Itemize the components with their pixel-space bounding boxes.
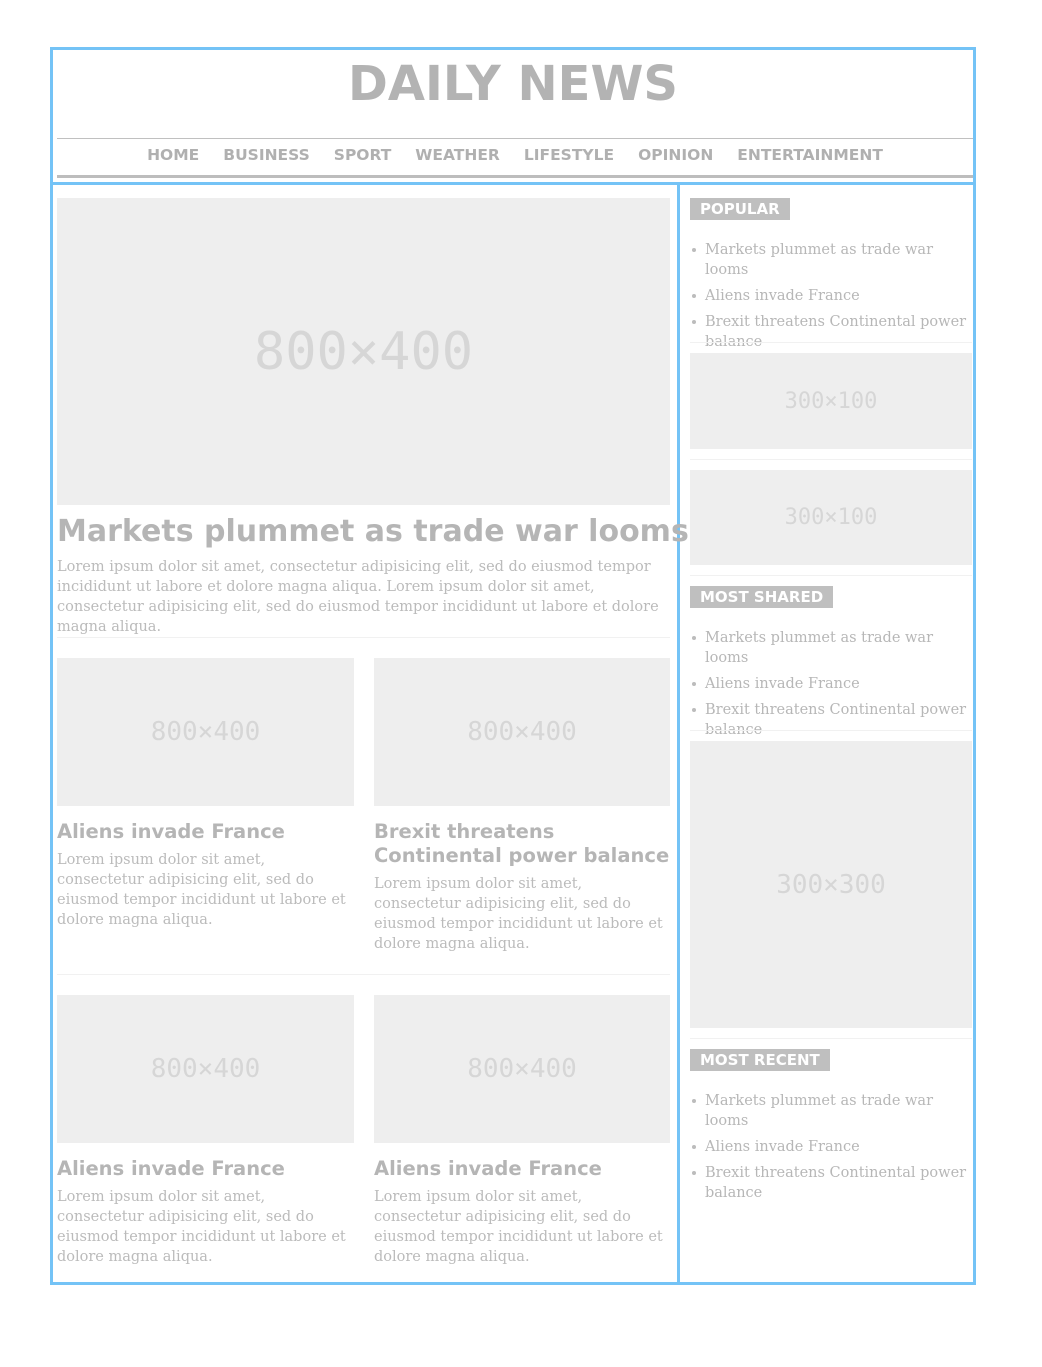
divider bbox=[690, 575, 972, 576]
story-headline[interactable]: Aliens invade France bbox=[57, 1157, 354, 1181]
list-item[interactable]: Markets plummet as trade war looms bbox=[690, 240, 972, 280]
most-recent-badge: MOST RECENT bbox=[690, 1049, 830, 1071]
nav-divider-top bbox=[57, 138, 973, 139]
story-headline[interactable]: Aliens invade France bbox=[57, 820, 354, 844]
list-item[interactable]: Brexit threatens Continental power balan… bbox=[690, 700, 972, 740]
ad-banner-small[interactable]: 300×100 bbox=[690, 353, 972, 449]
nav-item-business[interactable]: BUSINESS bbox=[223, 146, 310, 170]
story-image[interactable]: 800×400 bbox=[374, 658, 670, 806]
ad-banner-square[interactable]: 300×300 bbox=[690, 741, 972, 1028]
list-item[interactable]: Markets plummet as trade war looms bbox=[690, 628, 972, 668]
nav-item-opinion[interactable]: OPINION bbox=[638, 146, 713, 170]
story-body: Lorem ipsum dolor sit amet, consectetur … bbox=[57, 852, 346, 928]
most-recent-list: Markets plummet as trade war looms Alien… bbox=[690, 1091, 972, 1209]
story-image[interactable]: 800×400 bbox=[57, 658, 354, 806]
lead-story-headline[interactable]: Markets plummet as trade war looms bbox=[57, 514, 689, 549]
divider bbox=[57, 637, 670, 638]
divider bbox=[690, 459, 972, 460]
list-item[interactable]: Markets plummet as trade war looms bbox=[690, 1091, 972, 1131]
nav-item-sport[interactable]: SPORT bbox=[334, 146, 392, 170]
divider bbox=[57, 974, 670, 975]
list-item[interactable]: Brexit threatens Continental power balan… bbox=[690, 1163, 972, 1203]
nav-divider-bottom bbox=[57, 175, 973, 178]
story-image[interactable]: 800×400 bbox=[57, 995, 354, 1143]
nav-item-home[interactable]: HOME bbox=[147, 146, 199, 170]
story-body: Lorem ipsum dolor sit amet, consectetur … bbox=[374, 1189, 663, 1265]
story-body: Lorem ipsum dolor sit amet, consectetur … bbox=[57, 1189, 346, 1265]
list-item[interactable]: Aliens invade France bbox=[690, 286, 972, 306]
popular-badge: POPULAR bbox=[690, 198, 790, 220]
list-item[interactable]: Brexit threatens Continental power balan… bbox=[690, 312, 972, 352]
divider bbox=[690, 1038, 972, 1039]
most-shared-list: Markets plummet as trade war looms Alien… bbox=[690, 628, 972, 746]
nav-item-lifestyle[interactable]: LIFESTYLE bbox=[524, 146, 614, 170]
nav-item-weather[interactable]: WEATHER bbox=[415, 146, 500, 170]
ad-banner-small[interactable]: 300×100 bbox=[690, 470, 972, 565]
lead-story-body: Lorem ipsum dolor sit amet, consectetur … bbox=[57, 559, 659, 635]
story-body: Lorem ipsum dolor sit amet, consectetur … bbox=[374, 876, 663, 952]
story-image[interactable]: 800×400 bbox=[374, 995, 670, 1143]
popular-list: Markets plummet as trade war looms Alien… bbox=[690, 240, 972, 358]
nav-item-entertainment[interactable]: ENTERTAINMENT bbox=[737, 146, 883, 170]
main-nav: HOME BUSINESS SPORT WEATHER LIFESTYLE OP… bbox=[57, 146, 973, 170]
lead-story-image[interactable]: 800×400 bbox=[57, 198, 670, 505]
list-item[interactable]: Aliens invade France bbox=[690, 674, 972, 694]
list-item[interactable]: Aliens invade France bbox=[690, 1137, 972, 1157]
divider bbox=[690, 730, 972, 731]
story-headline[interactable]: Brexit threatens Continental power balan… bbox=[374, 820, 670, 868]
site-title[interactable]: DAILY NEWS bbox=[50, 56, 976, 112]
story-headline[interactable]: Aliens invade France bbox=[374, 1157, 670, 1181]
most-shared-badge: MOST SHARED bbox=[690, 586, 834, 608]
divider bbox=[690, 342, 972, 343]
